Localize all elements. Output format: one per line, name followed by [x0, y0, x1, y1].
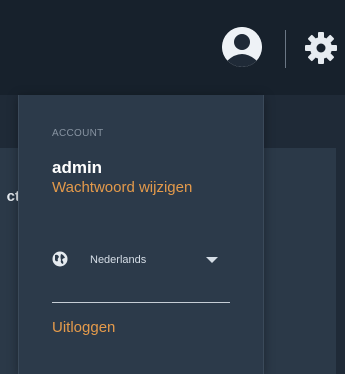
change-password-link[interactable]: Wachtwoord wijzigen [52, 179, 192, 196]
globe-icon [52, 251, 68, 267]
account-dropdown-menu: ACCOUNT admin Wachtwoord wijzigen Nederl… [18, 95, 264, 374]
chevron-down-icon [206, 257, 218, 263]
background-panel [0, 148, 20, 374]
language-selector[interactable]: Nederlands [52, 248, 222, 270]
menu-divider [52, 302, 230, 303]
background-partial-text: ct [6, 188, 20, 205]
logout-link[interactable]: Uitloggen [52, 319, 115, 336]
language-selected-value: Nederlands [90, 254, 147, 266]
header-divider [285, 30, 286, 68]
gear-icon[interactable] [303, 30, 339, 66]
username: admin [52, 158, 103, 177]
account-section-label: ACCOUNT [52, 128, 104, 139]
top-bar [0, 0, 345, 95]
background-panel [262, 148, 336, 374]
user-avatar-icon[interactable] [222, 27, 262, 67]
